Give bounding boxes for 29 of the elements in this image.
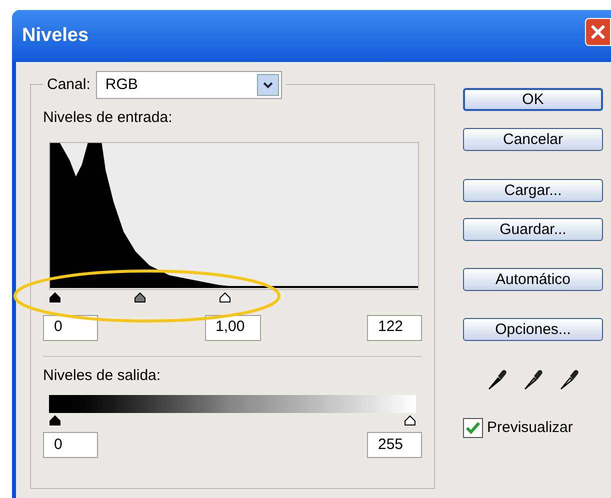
dialog-button[interactable]: Cancelar [463,128,603,151]
value-field[interactable]: 255 [367,432,422,458]
eyedropper-icon[interactable] [522,367,544,391]
dialog-button[interactable]: Guardar... [463,218,603,241]
dialog-button[interactable]: Opciones... [463,318,603,341]
slider-thumb[interactable] [49,415,61,426]
eyedropper-icon[interactable] [486,367,508,391]
value-field[interactable]: 0 [43,314,98,340]
dialog-button[interactable]: OK [463,88,603,111]
dialog-button[interactable]: Cargar... [463,179,603,202]
dialog-button[interactable]: Automático [463,268,603,291]
preview-checkbox[interactable] [463,418,483,438]
close-icon [590,24,606,40]
window-title: Niveles [22,24,89,48]
value-field[interactable]: 0 [43,432,98,458]
slider-thumb[interactable] [218,292,231,302]
value-field[interactable]: 122 [367,314,422,340]
slider-thumb[interactable] [134,292,146,302]
preview-label: Previsualizar [487,418,573,438]
eyedropper-icon[interactable] [558,367,580,391]
close-button[interactable] [585,18,611,46]
slider-thumb[interactable] [404,415,416,426]
output-levels-label: Niveles de salida: [43,366,162,386]
channel-dropdown[interactable]: RGB [96,71,282,99]
input-levels-label: Niveles de entrada: [43,108,174,128]
checkmark-icon [465,421,481,436]
channel-label: Canal: [47,74,90,95]
value-field[interactable]: 1,00 [204,314,260,340]
slider-thumb[interactable] [49,292,61,302]
